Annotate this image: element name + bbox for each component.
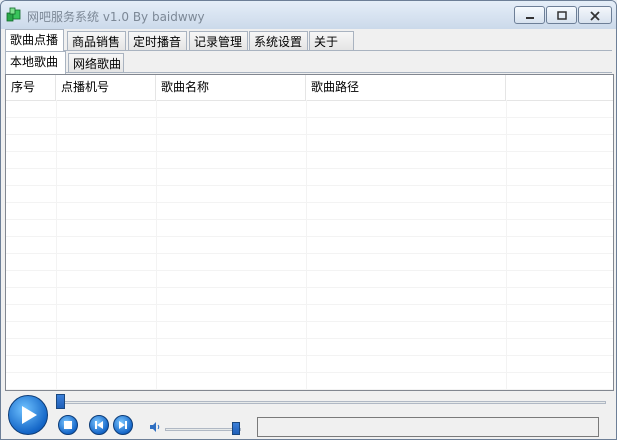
grid-row-line <box>6 389 613 390</box>
next-icon <box>119 421 127 429</box>
column-header-index[interactable]: 序号 <box>6 75 56 100</box>
grid-column-line <box>506 100 507 390</box>
column-header-song-name[interactable]: 歌曲名称 <box>156 75 306 100</box>
tab-divider <box>5 50 612 51</box>
play-button[interactable] <box>8 395 48 435</box>
table-header: 序号 点播机号 歌曲名称 歌曲路径 <box>6 75 613 101</box>
grid-row-line <box>6 151 613 152</box>
minimize-icon <box>515 7 544 28</box>
tab-product-sales[interactable]: 商品销售 <box>67 31 126 51</box>
grid-row-line <box>6 117 613 118</box>
maximize-icon <box>547 7 576 28</box>
grid-row-line <box>6 134 613 135</box>
tab-system-settings[interactable]: 系统设置 <box>249 31 308 51</box>
tab-online-songs[interactable]: 网络歌曲 <box>68 53 124 73</box>
tab-record-management[interactable]: 记录管理 <box>189 31 248 51</box>
previous-icon <box>95 421 103 429</box>
app-window: 网吧服务系统 v1.0 By baidwwy 歌曲点播 商品销售 定时播音 记录… <box>0 0 617 440</box>
title-bar[interactable]: 网吧服务系统 v1.0 By baidwwy <box>1 1 616 29</box>
volume-icon <box>150 422 160 432</box>
stop-button[interactable] <box>58 415 78 435</box>
grid-column-line <box>306 100 307 390</box>
maximize-button[interactable] <box>546 6 577 24</box>
column-header-terminal[interactable]: 点播机号 <box>56 75 156 100</box>
client-area: 歌曲点播 商品销售 定时播音 记录管理 系统设置 关于 本地歌曲 网络歌曲 序号… <box>3 29 614 437</box>
tab-scheduled-broadcast[interactable]: 定时播音 <box>128 31 187 51</box>
grid-row-line <box>6 338 613 339</box>
close-button[interactable] <box>578 6 612 24</box>
progress-track[interactable] <box>58 401 606 404</box>
app-logo-icon <box>6 7 21 22</box>
tab-local-songs[interactable]: 本地歌曲 <box>5 51 66 74</box>
grid-row-line <box>6 321 613 322</box>
next-button[interactable] <box>113 415 133 435</box>
song-list-table[interactable]: 序号 点播机号 歌曲名称 歌曲路径 <box>5 74 614 391</box>
close-icon <box>579 7 611 28</box>
tab-about[interactable]: 关于 <box>309 31 354 51</box>
tab-song-request[interactable]: 歌曲点播 <box>5 29 64 52</box>
stop-icon <box>64 421 72 429</box>
grid-column-line <box>156 100 157 390</box>
volume-slider-thumb[interactable] <box>231 422 240 435</box>
minimize-button[interactable] <box>514 6 545 24</box>
progress-slider-thumb[interactable] <box>56 394 65 409</box>
grid-row-line <box>6 253 613 254</box>
grid-row-line <box>6 219 613 220</box>
volume-track[interactable] <box>165 428 241 431</box>
grid-row-line <box>6 185 613 186</box>
status-display <box>257 417 599 437</box>
grid-row-line <box>6 202 613 203</box>
grid-row-line <box>6 304 613 305</box>
grid-row-line <box>6 287 613 288</box>
window-title: 网吧服务系统 v1.0 By baidwwy <box>27 10 205 24</box>
column-header-song-path[interactable]: 歌曲路径 <box>306 75 506 100</box>
previous-button[interactable] <box>89 415 109 435</box>
play-icon <box>22 406 37 424</box>
sub-tab-divider <box>5 72 612 73</box>
grid-row-line <box>6 372 613 373</box>
grid-row-line <box>6 236 613 237</box>
grid-row-line <box>6 355 613 356</box>
grid-column-line <box>56 100 57 390</box>
grid-row-line <box>6 270 613 271</box>
player-bar <box>3 391 614 437</box>
grid-row-line <box>6 168 613 169</box>
